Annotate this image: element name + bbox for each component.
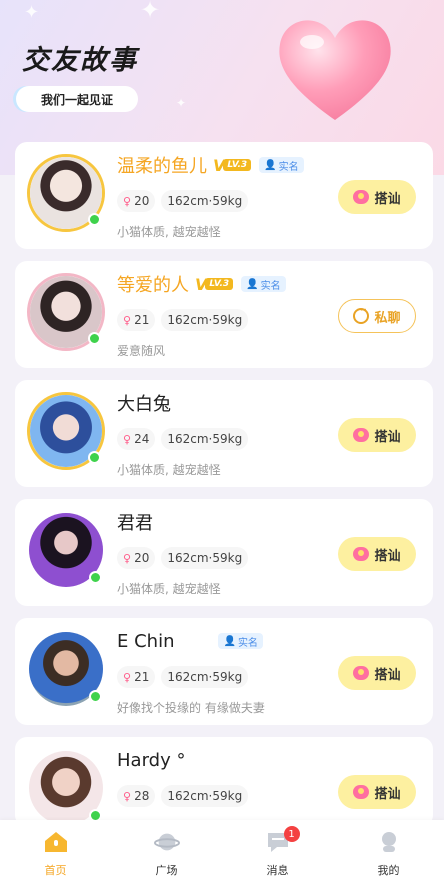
height-weight-tag: 162cm·59kg bbox=[161, 428, 249, 450]
avatar[interactable] bbox=[27, 630, 105, 708]
chat-bubble-icon bbox=[353, 547, 370, 561]
chat-bubble-icon bbox=[353, 190, 370, 204]
chat-bubble-icon bbox=[353, 785, 370, 799]
height-weight-tag: 162cm·59kg bbox=[161, 785, 249, 807]
user-list: 温柔的鱼儿 V LV.3 👤 实名 ♀ 20 162cm·59kg 小猫体质, 越宠越… bbox=[15, 142, 433, 839]
female-icon: ♀ bbox=[123, 789, 132, 803]
home-icon bbox=[43, 830, 69, 854]
heart-icon bbox=[279, 20, 391, 120]
user-card[interactable]: 大白兔 ♀ 24 162cm·59kg 小猫体质, 越宠越怪 搭讪 bbox=[15, 380, 433, 487]
user-name: 大白兔 bbox=[117, 394, 171, 415]
unread-badge: 1 bbox=[283, 826, 300, 842]
planet-icon bbox=[153, 830, 180, 854]
page-title: 交友故事 bbox=[22, 45, 138, 76]
user-card[interactable]: Hardy ° ♀ 28 162cm·59kg 搭讪 bbox=[15, 737, 433, 827]
chat-up-button[interactable]: 搭讪 bbox=[338, 418, 416, 452]
verified-badge: 👤 实名 bbox=[218, 633, 263, 649]
user-card[interactable]: E Chin 👤 实名 ♀ 21 162cm·59kg 好像找个投缘的 有缘做夫妻 … bbox=[15, 618, 433, 725]
profile-icon bbox=[376, 830, 402, 854]
age-tag: ♀ 20 bbox=[117, 547, 156, 569]
age-tag: ♀ 20 bbox=[117, 190, 156, 212]
vip-level-badge: V LV.3 bbox=[195, 275, 234, 294]
person-icon: 👤 bbox=[264, 159, 277, 171]
height-weight-tag: 162cm·59kg bbox=[161, 666, 249, 688]
chat-bubble-icon bbox=[353, 666, 370, 680]
avatar[interactable] bbox=[27, 511, 105, 589]
female-icon: ♀ bbox=[123, 313, 132, 327]
height-weight-tag: 162cm·59kg bbox=[161, 190, 249, 212]
age-tag: ♀ 24 bbox=[117, 428, 156, 450]
user-card[interactable]: 温柔的鱼儿 V LV.3 👤 实名 ♀ 20 162cm·59kg 小猫体质, 越宠越… bbox=[15, 142, 433, 249]
age-tag: ♀ 21 bbox=[117, 309, 156, 331]
female-icon: ♀ bbox=[123, 670, 132, 684]
female-icon: ♀ bbox=[123, 432, 132, 446]
age-tag: ♀ 28 bbox=[117, 785, 156, 807]
chat-up-button[interactable]: 搭讪 bbox=[338, 180, 416, 214]
female-icon: ♀ bbox=[123, 551, 132, 565]
user-card[interactable]: 等爱的人 VLV.3 👤实名 ♀21 162cm·59kg 爱意随风 私聊 bbox=[15, 261, 433, 368]
sparkle-icon: ✦ bbox=[24, 2, 40, 23]
private-message-button[interactable]: 私聊 bbox=[338, 299, 416, 333]
verified-badge: 👤 实名 bbox=[241, 276, 286, 292]
message-icon bbox=[353, 306, 370, 324]
user-name: Hardy ° bbox=[117, 749, 186, 771]
tab-profile[interactable]: 我的 bbox=[349, 830, 429, 878]
user-bio: 小猫体质, 越宠越怪 bbox=[117, 582, 221, 596]
tab-home[interactable]: 首页 bbox=[16, 830, 96, 878]
avatar[interactable] bbox=[27, 154, 105, 232]
chat-bubble-icon bbox=[353, 428, 370, 442]
user-name: 温柔的鱼儿 bbox=[117, 156, 207, 177]
person-icon: 👤 bbox=[246, 278, 259, 290]
user-name: 等爱的人 bbox=[117, 275, 189, 296]
chat-up-button[interactable]: 搭讪 bbox=[338, 656, 416, 690]
user-bio: 爱意随风 bbox=[117, 344, 166, 358]
user-name: 君君 bbox=[117, 513, 153, 534]
online-indicator bbox=[88, 332, 101, 345]
chat-up-button[interactable]: 搭讪 bbox=[338, 775, 416, 809]
vip-level-badge: V LV.3 bbox=[213, 156, 252, 175]
sparkle-icon: ✦ bbox=[176, 96, 187, 110]
online-indicator bbox=[89, 690, 102, 703]
user-bio: 好像找个投缘的 有缘做夫妻 bbox=[117, 701, 265, 715]
chat-up-button[interactable]: 搭讪 bbox=[338, 537, 416, 571]
verified-badge: 👤 实名 bbox=[259, 157, 304, 173]
online-indicator bbox=[89, 571, 102, 584]
bottom-tab-bar: 首页 广场 1 消息 我的 bbox=[0, 820, 444, 888]
user-bio: 小猫体质, 越宠越怪 bbox=[117, 225, 221, 239]
online-indicator bbox=[88, 213, 101, 226]
user-bio: 小猫体质, 越宠越怪 bbox=[117, 463, 221, 477]
female-icon: ♀ bbox=[123, 194, 132, 208]
tab-messages[interactable]: 1 消息 bbox=[238, 826, 318, 878]
online-indicator bbox=[88, 451, 101, 464]
user-name: E Chin bbox=[117, 630, 175, 652]
height-weight-tag: 162cm·59kg bbox=[161, 547, 249, 569]
tab-square[interactable]: 广场 bbox=[127, 830, 207, 878]
user-card[interactable]: 君君 ♀ 20 162cm·59kg 小猫体质, 越宠越怪 搭讪 bbox=[15, 499, 433, 606]
avatar[interactable] bbox=[27, 392, 105, 470]
hero-subtitle: 我们一起见证 bbox=[16, 86, 138, 112]
height-weight-tag: 162cm·59kg bbox=[161, 309, 249, 331]
avatar[interactable] bbox=[27, 749, 105, 827]
sparkle-icon: ✦ bbox=[140, 0, 161, 24]
person-icon: 👤 bbox=[223, 635, 236, 647]
age-tag: ♀ 21 bbox=[117, 666, 156, 688]
avatar[interactable] bbox=[27, 273, 105, 351]
